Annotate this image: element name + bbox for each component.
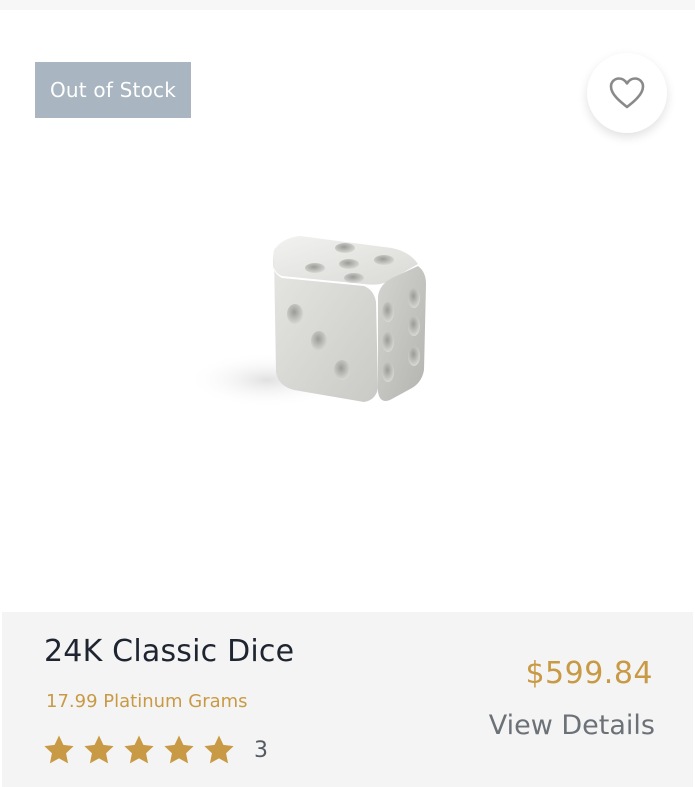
- wishlist-button[interactable]: [587, 53, 667, 133]
- review-count[interactable]: 3: [254, 738, 268, 763]
- heart-outline-icon: [609, 77, 645, 109]
- star-rating[interactable]: 3: [42, 730, 268, 770]
- product-info-panel: 24K Classic Dice 17.99 Platinum Grams 3 …: [2, 612, 693, 787]
- star-icon: [84, 735, 114, 764]
- product-title[interactable]: 24K Classic Dice: [44, 634, 294, 669]
- star-icon: [124, 735, 154, 764]
- product-weight: 17.99 Platinum Grams: [46, 691, 248, 712]
- product-image-area[interactable]: Out of Stock: [2, 10, 693, 612]
- star-icon: [204, 735, 234, 764]
- star-icon: [164, 735, 194, 764]
- view-details-link[interactable]: View Details: [489, 710, 655, 741]
- product-image[interactable]: [182, 220, 442, 440]
- product-price: $599.84: [525, 656, 653, 691]
- product-card[interactable]: Out of Stock 24K Classic Dice 17.99 Plat…: [0, 0, 695, 787]
- star-icon: [44, 735, 74, 764]
- top-divider: [0, 0, 695, 10]
- out-of-stock-badge: Out of Stock: [35, 62, 191, 118]
